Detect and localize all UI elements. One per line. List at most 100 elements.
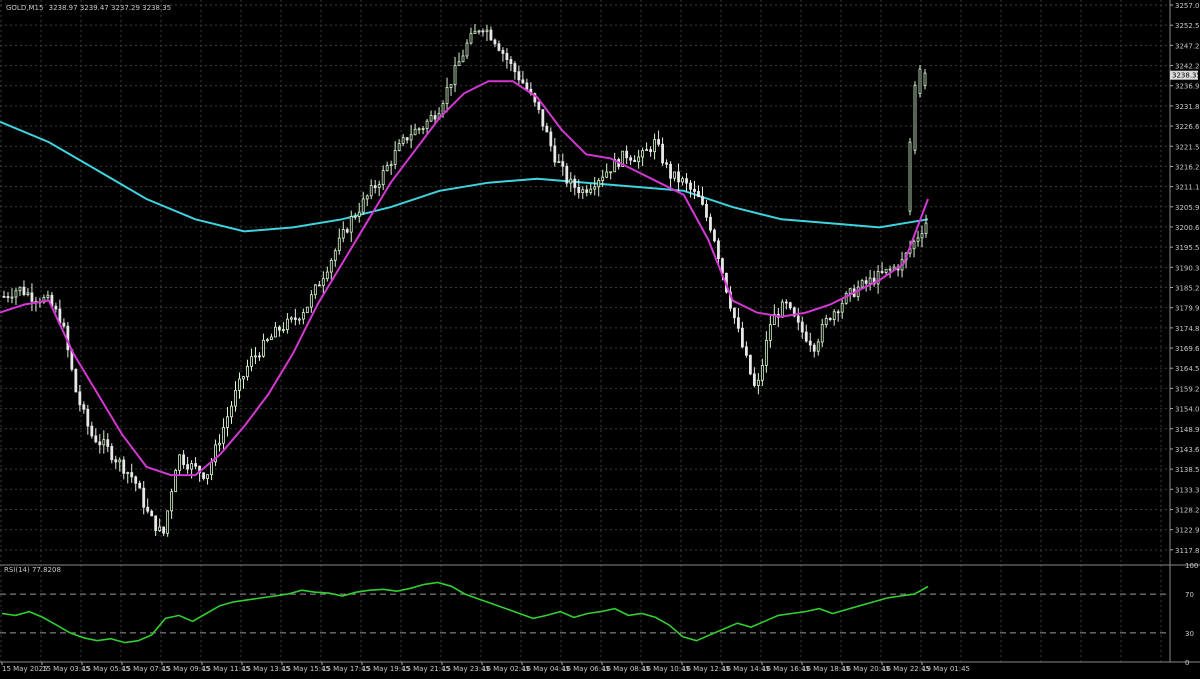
candle-body	[509, 59, 513, 64]
candle-body	[242, 376, 245, 380]
candle-body	[701, 196, 704, 205]
candle-body	[122, 459, 126, 474]
candle-body	[234, 389, 237, 407]
candle-body	[381, 170, 385, 186]
candle-body	[457, 61, 461, 66]
candle-body	[916, 237, 920, 242]
candle-body	[756, 379, 760, 386]
candle-body	[62, 322, 66, 327]
candle-body	[637, 156, 641, 163]
time-axis[interactable]: 15 May 202515 May 03:4515 May 05:4515 Ma…	[1, 662, 970, 673]
candle-body	[425, 120, 429, 129]
y-tick-label: 3211.15	[1175, 184, 1200, 192]
candle-body	[693, 188, 696, 192]
candle-body	[713, 229, 716, 242]
candle-body	[98, 441, 102, 446]
candle-body	[864, 280, 868, 284]
candle-body	[138, 482, 142, 489]
candle-body	[114, 459, 118, 463]
candle-body	[465, 42, 469, 57]
candle-body	[266, 339, 269, 342]
candle-body	[285, 318, 289, 331]
candle-body	[804, 331, 808, 342]
candle-body	[913, 84, 917, 151]
candle-body	[369, 185, 373, 197]
ohlc-values: 3238.97 3239.47 3237.29 3238.35	[49, 4, 171, 12]
candle-body	[429, 115, 433, 122]
y-tick-label: 3185.20	[1175, 285, 1200, 293]
candle-body	[461, 55, 465, 63]
candle-body	[840, 302, 844, 313]
candle-body	[573, 178, 577, 188]
candle-body	[126, 472, 130, 474]
candle-body	[222, 427, 225, 444]
candle-body	[609, 171, 613, 174]
candle-body	[657, 139, 660, 145]
candle-body	[665, 162, 668, 165]
candle-body	[768, 324, 772, 341]
candle-body	[832, 311, 836, 321]
candle-body	[812, 344, 816, 352]
candle-body	[848, 288, 852, 294]
candle-body	[134, 476, 138, 484]
candle-body	[441, 103, 445, 114]
candle-body	[14, 290, 18, 298]
candle-body	[305, 306, 309, 314]
candle-body	[262, 339, 265, 357]
candle-body	[309, 294, 313, 308]
y-tick-label: 3242.20	[1175, 63, 1200, 71]
candle-body	[561, 161, 565, 167]
candle-body	[54, 305, 58, 310]
rsi-tick-label: 100	[1185, 562, 1198, 570]
candle-body	[226, 416, 229, 428]
candle-body	[685, 178, 688, 184]
candle-body	[206, 474, 209, 479]
candle-body	[26, 292, 30, 295]
candle-body	[353, 215, 357, 218]
y-tick-label: 3159.25	[1175, 385, 1200, 393]
candle-body	[553, 145, 557, 163]
candle-body	[22, 286, 26, 295]
candle-body	[94, 435, 98, 443]
candle-body	[146, 506, 150, 512]
chart-svg[interactable]: 3257.00 3252.55 3247.20 3242.20 3236.95 3231.…	[0, 0, 1200, 675]
candle-body	[110, 446, 114, 461]
candle-body	[884, 268, 888, 273]
candle-body	[154, 515, 158, 531]
candle-body	[413, 128, 417, 136]
candle-body	[90, 425, 94, 437]
trading-chart[interactable]: 3257.00 3252.55 3247.20 3242.20 3236.95 3231.…	[0, 0, 1200, 675]
price-axis[interactable]: 3257.00 3252.55 3247.20 3242.20 3236.95 3231.…	[1170, 2, 1200, 667]
candle-body	[780, 301, 784, 318]
candle-body	[449, 84, 453, 88]
candle-body	[130, 472, 134, 478]
candle-body	[6, 296, 10, 298]
candle-body	[182, 454, 186, 465]
candle-body	[669, 163, 672, 179]
candle-body	[605, 171, 609, 178]
candle-body	[230, 405, 233, 418]
candle-body	[473, 30, 477, 34]
candle-body	[537, 101, 541, 110]
candle-body	[258, 355, 261, 358]
candle-body	[345, 229, 349, 233]
rsi-tick-label: 70	[1185, 591, 1194, 599]
candle-body	[649, 149, 653, 153]
candle-body	[445, 86, 449, 104]
candle-body	[577, 187, 581, 194]
y-tick-label: 3190.30	[1175, 264, 1200, 272]
candle-body	[325, 271, 329, 280]
y-tick-label: 3133.30	[1175, 486, 1200, 494]
candle-body	[377, 184, 381, 189]
candle-body	[541, 109, 545, 127]
symbol-label: GOLD,M15	[6, 4, 43, 12]
y-tick-label: 3226.60	[1175, 123, 1200, 131]
y-tick-label: 3200.65	[1175, 224, 1200, 232]
y-tick-label: 3252.55	[1175, 22, 1200, 30]
candle-body	[737, 317, 740, 329]
y-tick-label: 3195.55	[1175, 244, 1200, 252]
y-tick-label: 3247.20	[1175, 42, 1200, 50]
candle-body	[709, 216, 712, 231]
candle-body	[697, 191, 700, 198]
candle-body	[677, 171, 680, 183]
